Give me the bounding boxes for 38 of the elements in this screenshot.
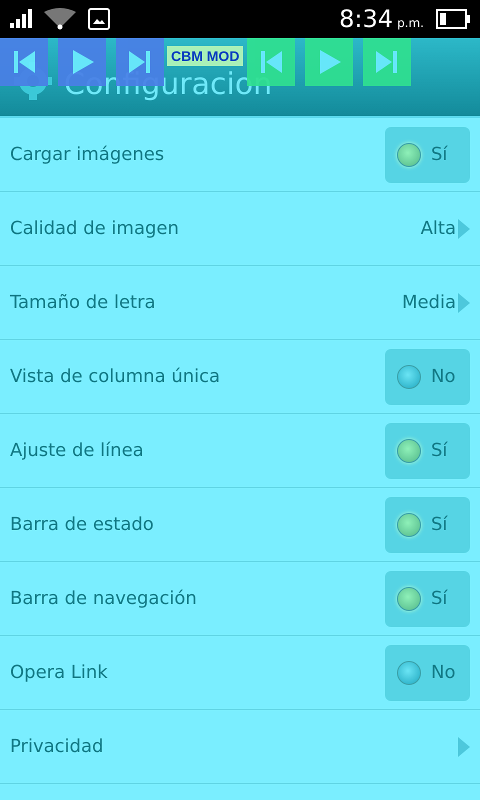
image-icon [88,8,110,30]
setting-label: Privacidad [10,736,104,757]
setting-label: Calidad de imagen [10,218,180,239]
settings-row[interactable]: Barra de estado Sí [0,488,480,562]
overlay-label: CBM MOD [167,46,244,66]
previous-button[interactable] [0,38,48,86]
setting-label: Opera Link [10,662,109,683]
settings-row[interactable]: Calidad de imagen Alta [0,192,480,266]
settings-row[interactable]: Cargar imágenes Sí [0,118,480,192]
setting-value: Alta [420,218,456,239]
toggle-button[interactable]: Sí [385,126,470,182]
setting-value: Media [402,292,456,313]
toggle-button[interactable]: No [385,644,470,700]
toggle-button[interactable]: Sí [385,570,470,626]
clock-period: p.m. [397,16,424,30]
settings-row[interactable]: Tamaño de letra Media [0,266,480,340]
arrow-icon [458,292,470,312]
settings-row[interactable]: Opera Link No [0,636,480,710]
signal-icon [10,9,32,29]
arrow-icon [458,736,470,756]
clock: 8:34 [339,5,394,33]
arrow-icon [458,218,470,238]
setting-label: Vista de columna única [10,366,222,387]
toggle-button[interactable]: No [385,348,470,404]
setting-label: Barra de estado [10,514,155,535]
setting-label: Cargar imágenes [10,144,166,165]
toggle-button[interactable]: Sí [385,496,470,552]
wifi-icon [44,8,76,30]
setting-label: Tamaño de letra [10,292,157,313]
toggle-button[interactable]: Sí [385,422,470,478]
setting-label: Barra de navegación [10,588,198,609]
settings-row[interactable]: Privacidad [0,710,480,784]
setting-label: Ajuste de línea [10,440,145,461]
settings-row[interactable]: Vista de columna única No [0,340,480,414]
settings-row[interactable]: Barra de navegación Sí [0,562,480,636]
page-title: Configuracion [64,67,272,102]
settings-row[interactable]: Ajuste de línea Sí [0,414,480,488]
battery-icon [436,9,470,29]
